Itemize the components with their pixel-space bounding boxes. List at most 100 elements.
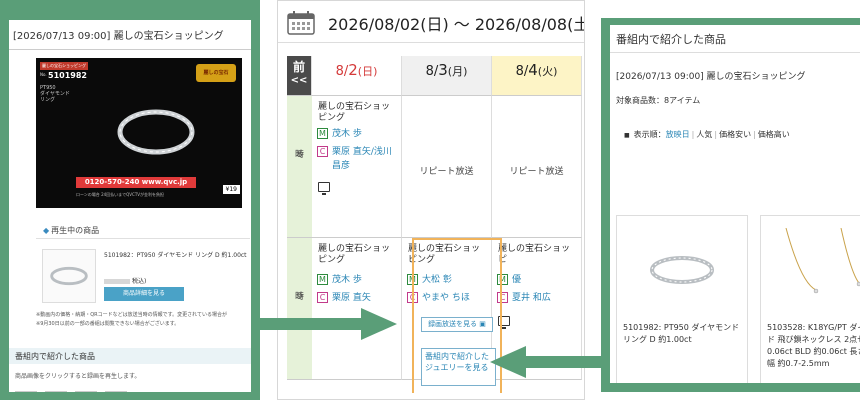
now-playing-label: 再生中の商品 [51,226,100,235]
featured-thumbnails [15,386,251,392]
video-price: ¥19 [222,185,240,194]
arrow-left-icon [490,346,602,378]
main-cast-badge: M [317,128,328,139]
cast-name[interactable]: 茂木 歩 [332,129,362,139]
hour-unit: 時 [294,291,304,302]
video-product-lines: PT950 ダイヤモンド リング [40,85,70,103]
square-bullet-icon: ■ [624,132,630,139]
video-subtext: ローンの場合 24回払いまでQVCTVが金利を負担 [76,192,165,197]
cast-name[interactable]: 栗原 直矢 [332,293,371,303]
day-header-mon: 8/3(月) [402,56,492,96]
cast-name[interactable]: 栗原 直矢/浅川 [332,147,392,157]
day-weekday: (日) [357,65,378,78]
hour-unit: 時 [294,149,304,160]
program-title: 麗しの宝石ショッピ [498,244,571,265]
sort-by-airdate[interactable]: 放映日 [666,130,690,139]
cast-name[interactable]: 茂木 歩 [332,275,362,285]
sort-by-price-low[interactable]: 価格安い [719,130,751,139]
product-price: 税込) [104,276,146,285]
day-number: 3 [438,61,448,79]
video-brand-logo: 麗しの宝石 [196,64,236,82]
cast-main: M 茂木 歩 [317,128,362,141]
left-screenshot-panel: [2026/07/13 09:00] 麗しの宝石ショッピング 麗しの宝石ショッピ… [0,0,260,400]
video-program-badge: 麗しの宝石ショッピング [40,62,88,70]
double-left-arrow-icon: << [290,75,308,86]
day-month: 8/ [335,64,349,79]
previous-label: 前 [292,60,305,74]
sort-separator: | [753,130,756,139]
sort-separator: | [691,130,695,139]
previous-week-button[interactable]: 前 << [287,56,312,96]
featured-products-section-title: 番組内で紹介した商品 [9,348,251,364]
sort-options: ■ 表示順：放映日 | 人気 | 価格安い | 価格高い [624,129,790,140]
featured-products-header: 番組内で紹介した商品 [610,25,860,53]
day-number: 4 [528,61,538,79]
day-header-tue: 8/4(火) [492,56,582,96]
program-cell[interactable]: 麗しの宝石ショッピング M 茂木 歩 C 栗原 直矢/浅川 昌彦 [312,96,402,238]
cast-name[interactable]: 優 [512,275,521,285]
diamond-icon: ◆ [43,226,50,235]
product-name: 5101982：PT950 ダイヤモンド リング D 約1.00ct [104,252,247,259]
repeat-broadcast-label: リピート放送 [509,167,564,177]
right-screenshot-panel: 番組内で紹介した商品 [2026/07/13 09:00] 麗しの宝石ショッピン… [601,18,860,392]
program-cell[interactable]: リピート放送 [402,96,492,238]
day-weekday: (火) [537,65,558,78]
program-title: 麗しの宝石ショッピング [318,102,391,123]
tv-icon[interactable] [318,182,330,195]
recorded-broadcast-page: [2026/07/13 09:00] 麗しの宝石ショッピング 麗しの宝石ショッピ… [9,20,251,392]
product-card-text: 5101982: PT950 ダイヤモンド リング D 約1.00ct [623,323,740,344]
cast-co-continued[interactable]: 昌彦 [332,160,350,173]
program-schedule-panel: 2026/08/02(日) ～ 2026/08/08(土 前 << 8時 9時 … [277,0,585,400]
item-count: 対象商品数：8アイテム [616,96,701,105]
video-player[interactable]: 麗しの宝石ショッピング No. 5101982 PT950 ダイヤモンド リング… [36,58,242,208]
time-slot-8: 8時 [287,96,312,238]
cast-co: C 夏井 和広 [497,292,551,305]
watch-recording-label: 録画放送を見る [428,320,478,328]
sort-separator: | [714,130,718,139]
day-column-tue: 8/4(火) リピート放送 麗しの宝石ショッピ M優 C 夏井 和広 [492,56,582,380]
product-card[interactable]: 5103528: K18YG/PT ダイヤモンド 飛び鎖ネックレス 2点セット … [760,215,860,383]
view-featured-jewelry-button[interactable]: 番組内で紹介したジュエリーを見る [421,348,496,386]
product-card-text: 5103528: K18YG/PT ダイヤモンド 飛び鎖ネックレス 2点セット … [767,323,860,368]
schedule-header: 2026/08/02(日) ～ 2026/08/08(土 [278,1,585,43]
day-header-sun: 8/2(日) [312,56,402,96]
cast-co: C 栗原 直矢 [317,292,371,305]
co-cast-badge: C [317,146,328,157]
video-phone-banner: 0120-570-240 www.qvc.jp [76,177,196,188]
featured-thumbnail[interactable] [75,391,97,392]
day-weekday: (月) [447,65,468,78]
cast-name[interactable]: 夏井 和広 [512,293,551,303]
highlighted-program: 録画放送を見る ▣ 番組内で紹介したジュエリーを見る [412,238,502,393]
program-cell[interactable]: リピート放送 [492,96,582,238]
product-card[interactable]: 5101982: PT950 ダイヤモンド リング D 約1.00ct [616,215,748,383]
necklace-image [785,228,860,294]
sort-by-price-high[interactable]: 価格高い [758,130,790,139]
featured-thumbnail[interactable] [15,391,37,392]
product-thumbnail[interactable] [42,249,96,303]
day-number: 2 [348,61,358,79]
sort-by-popularity[interactable]: 人気 [696,130,712,139]
featured-thumbnail[interactable] [45,391,67,392]
day-month: 8/ [515,64,529,79]
video-line-type: リング [40,97,56,103]
ring-image [117,109,195,155]
featured-products-page: 番組内で紹介した商品 [2026/07/13 09:00] 麗しの宝石ショッピン… [610,25,860,383]
disclaimer-line: ※9月30日以前の一部の番組は閲覧できない場合がございます。 [36,321,180,327]
featured-thumbnail[interactable] [105,391,127,392]
now-playing-heading: ◆ 再生中の商品 [43,225,99,236]
program-info: [2026/07/13 09:00] 麗しの宝石ショッピング [616,72,806,82]
tv-icon: ▣ [479,320,486,328]
co-cast-badge: C [317,292,328,303]
watch-recording-button[interactable]: 録画放送を見る ▣ [421,317,493,332]
now-playing-product: 5101982：PT950 ダイヤモンド リング D 約1.00ct 税込) 商… [36,238,250,312]
day-month: 8/ [425,64,439,79]
video-code-label: No. [40,72,47,77]
arrow-right-icon [251,308,397,340]
date-range: 2026/08/02(日) ～ 2026/08/08(土 [328,15,585,34]
video-product-code: 5101982 [48,71,87,80]
product-detail-button[interactable]: 商品詳細を見る [104,287,184,301]
cast-co: C 栗原 直矢/浅川 [317,146,392,159]
main-cast-badge: M [317,274,328,285]
featured-products-hint: 商品画像をクリックすると録画を再生します。 [15,373,141,380]
broadcast-title: [2026/07/13 09:00] 麗しの宝石ショッピング [9,20,251,50]
